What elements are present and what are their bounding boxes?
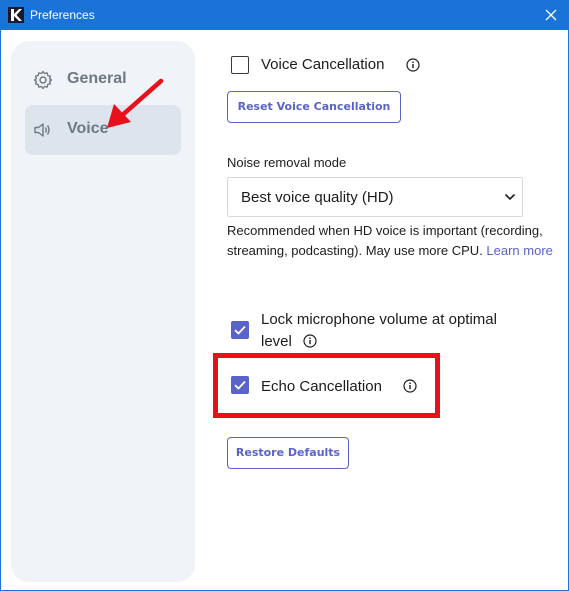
voice-settings-panel: Voice Cancellation Reset Voice Cancellat…	[227, 1, 557, 591]
reset-voice-cancellation-button[interactable]: Reset Voice Cancellation	[227, 91, 401, 123]
preferences-window: Preferences General Voice Voice Cancella…	[0, 0, 569, 591]
chevron-down-icon	[504, 193, 516, 201]
checkmark-icon	[234, 325, 246, 335]
gear-icon	[33, 70, 53, 90]
lock-microphone-label-line2: level	[261, 333, 292, 350]
window-title: Preferences	[30, 8, 95, 22]
noise-mode-description: Recommended when HD voice is important (…	[227, 221, 557, 261]
voice-cancellation-label: Voice Cancellation	[261, 56, 385, 73]
learn-more-link[interactable]: Learn more	[486, 243, 552, 258]
noise-removal-mode-value: Best voice quality (HD)	[241, 189, 394, 206]
lock-microphone-checkbox[interactable]	[231, 321, 249, 339]
noise-removal-mode-select[interactable]: Best voice quality (HD)	[227, 177, 523, 217]
voice-cancellation-checkbox[interactable]	[231, 56, 249, 74]
annotation-highlight-box	[213, 353, 440, 418]
app-logo-icon	[8, 7, 24, 23]
info-icon[interactable]	[406, 58, 420, 72]
noise-removal-mode-label: Noise removal mode	[227, 155, 347, 170]
lock-microphone-label-line1: Lock microphone volume at optimal	[261, 311, 497, 328]
annotation-arrow-icon	[107, 78, 164, 128]
restore-defaults-button[interactable]: Restore Defaults	[227, 437, 349, 469]
speaker-icon	[34, 123, 50, 137]
info-icon[interactable]	[303, 334, 317, 348]
